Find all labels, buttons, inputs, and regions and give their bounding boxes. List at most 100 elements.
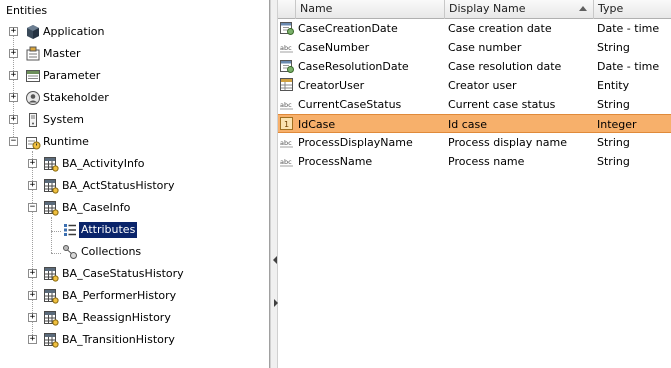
tree-node-label[interactable]: BA_CaseInfo xyxy=(60,200,132,216)
cube-icon xyxy=(25,24,41,40)
tree-node-label[interactable]: Application xyxy=(41,24,106,40)
svg-text:abc: abc xyxy=(280,44,292,52)
tree-node-master[interactable]: + Master xyxy=(0,45,268,63)
entities-tree-pane: Entities + Application + Master + Parameter + S… xyxy=(0,0,270,368)
abc-icon: abc xyxy=(280,154,294,168)
expand-icon[interactable]: + xyxy=(9,93,18,102)
tree-node-ba-actstatushistory[interactable]: + BA_ActStatusHistory xyxy=(0,177,268,195)
cell-display-name: Id case xyxy=(448,118,488,131)
tree-node-runtime[interactable]: − Runtime xyxy=(0,133,268,151)
tree-node-ba-reassignhistory[interactable]: + BA_ReassignHistory xyxy=(0,309,268,327)
sort-ascending-icon xyxy=(579,6,587,11)
tree-node-label[interactable]: BA_CaseStatusHistory xyxy=(60,266,186,282)
tree-node-label[interactable]: BA_ActivityInfo xyxy=(60,156,147,172)
attribute-row[interactable]: abc ProcessDisplayName Process display nam… xyxy=(278,133,671,152)
cell-type: String xyxy=(597,136,630,149)
entity-table-icon xyxy=(43,178,59,194)
collapse-left-icon[interactable] xyxy=(273,256,277,264)
cell-name: CreatorUser xyxy=(298,79,365,92)
entity-table-icon xyxy=(43,266,59,282)
expand-icon[interactable]: + xyxy=(9,27,18,36)
icon-column-header[interactable] xyxy=(278,0,296,19)
cell-name: CaseNumber xyxy=(298,41,370,54)
abc-icon: abc xyxy=(280,97,294,111)
tree-node-ba-casestatushistory[interactable]: + BA_CaseStatusHistory xyxy=(0,265,268,283)
tree-node-application[interactable]: + Application xyxy=(0,23,268,41)
entity-table-icon xyxy=(43,332,59,348)
tree-node-ba-transitionhistory[interactable]: + BA_TransitionHistory xyxy=(0,331,268,349)
column-header-type[interactable]: Type xyxy=(594,0,671,19)
tree-node-label[interactable]: System xyxy=(41,112,86,128)
column-header-display-name[interactable]: Display Name xyxy=(445,0,594,19)
entity-table-icon xyxy=(43,156,59,172)
column-header-name[interactable]: Name xyxy=(296,0,445,19)
runtime-icon xyxy=(25,134,41,150)
cell-name: IdCase xyxy=(298,118,336,131)
attributes-grid: Name Display Name Type CaseCreationDate C… xyxy=(278,0,671,368)
tree-node-label[interactable]: BA_TransitionHistory xyxy=(60,332,177,348)
entity-table-icon xyxy=(43,310,59,326)
tree-node-system[interactable]: + System xyxy=(0,111,268,129)
tree-node-ba-caseinfo[interactable]: − BA_CaseInfo xyxy=(0,199,268,217)
attribute-row[interactable]: abc CaseNumber Case number String xyxy=(278,38,671,57)
tree-node-ba-activityinfo[interactable]: + BA_ActivityInfo xyxy=(0,155,268,173)
expand-icon[interactable]: + xyxy=(9,115,18,124)
tree-node-label[interactable]: Parameter xyxy=(41,68,102,84)
abc-icon: abc xyxy=(280,40,294,54)
calendar-icon xyxy=(280,59,294,73)
collapse-icon[interactable]: − xyxy=(9,137,18,146)
tree-node-label[interactable]: BA_ReassignHistory xyxy=(60,310,173,326)
tree-node-ba-performerhistory[interactable]: + BA_PerformerHistory xyxy=(0,287,268,305)
cell-display-name: Process display name xyxy=(448,136,567,149)
expand-icon[interactable]: + xyxy=(28,291,37,300)
tree-node-attributes[interactable]: Attributes xyxy=(0,221,268,239)
attribute-row[interactable]: 1 IdCase Id case Integer xyxy=(278,114,671,133)
master-icon xyxy=(25,46,41,62)
tree-node-label[interactable]: Collections xyxy=(79,244,143,260)
svg-text:abc: abc xyxy=(280,139,292,147)
pane-splitter[interactable] xyxy=(270,0,278,368)
attribute-row[interactable]: CreatorUser Creator user Entity xyxy=(278,76,671,95)
tree-node-stakeholder[interactable]: + Stakeholder xyxy=(0,89,268,107)
calendar-icon xyxy=(280,21,294,35)
expand-icon[interactable]: + xyxy=(28,159,37,168)
attribute-row[interactable]: abc ProcessName Process name String xyxy=(278,152,671,171)
attribute-row[interactable]: CaseCreationDate Case creation date Date -… xyxy=(278,19,671,38)
cell-name: CurrentCaseStatus xyxy=(298,98,402,111)
tree-node-parameter[interactable]: + Parameter xyxy=(0,67,268,85)
expand-icon[interactable]: + xyxy=(28,313,37,322)
cell-display-name: Case resolution date xyxy=(448,60,562,73)
cell-name: CaseResolutionDate xyxy=(298,60,409,73)
cell-type: Date - time xyxy=(597,22,660,35)
integer-icon: 1 xyxy=(280,117,294,131)
entity-table-icon xyxy=(43,288,59,304)
attribute-row[interactable]: CaseResolutionDate Case resolution date Da… xyxy=(278,57,671,76)
expand-icon[interactable]: + xyxy=(28,335,37,344)
expand-icon[interactable]: + xyxy=(9,71,18,80)
tree-node-label[interactable]: Runtime xyxy=(41,134,91,150)
expand-icon[interactable]: + xyxy=(9,49,18,58)
svg-text:abc: abc xyxy=(280,158,292,166)
cell-type: Entity xyxy=(597,79,630,92)
tree-node-label[interactable]: BA_ActStatusHistory xyxy=(60,178,176,194)
cell-type: String xyxy=(597,155,630,168)
tree-node-label[interactable]: BA_PerformerHistory xyxy=(60,288,178,304)
collapse-icon[interactable]: − xyxy=(28,203,37,212)
expand-icon[interactable]: + xyxy=(28,269,37,278)
cell-display-name: Case number xyxy=(448,41,522,54)
attribute-row[interactable]: abc CurrentCaseStatus Current case status S… xyxy=(278,95,671,114)
expand-icon[interactable]: + xyxy=(28,181,37,190)
grid-header: Name Display Name Type xyxy=(278,0,671,19)
tree-node-label[interactable]: Stakeholder xyxy=(41,90,111,106)
tree-node-label[interactable]: Master xyxy=(41,46,83,62)
stakeholder-icon xyxy=(25,90,41,106)
tree-node-label[interactable]: Attributes xyxy=(77,221,139,239)
cell-display-name: Current case status xyxy=(448,98,556,111)
cell-type: Integer xyxy=(597,118,637,131)
entity-icon xyxy=(280,78,294,92)
svg-text:abc: abc xyxy=(280,101,292,109)
cell-type: String xyxy=(597,98,630,111)
tree-node-collections[interactable]: Collections xyxy=(0,243,268,261)
cell-name: CaseCreationDate xyxy=(298,22,398,35)
collections-icon xyxy=(62,244,78,260)
